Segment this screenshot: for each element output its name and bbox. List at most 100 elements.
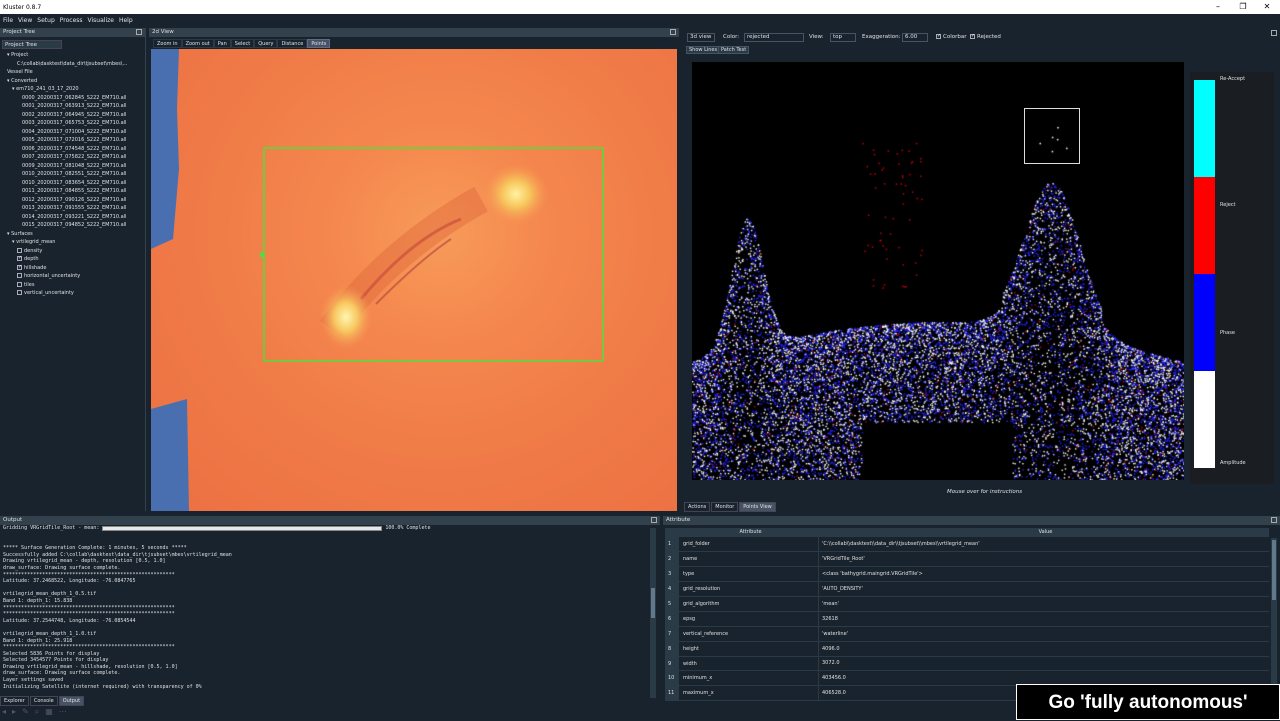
table-row[interactable]: 6 epsg 32618 <box>665 611 1269 627</box>
surface-map[interactable] <box>151 49 677 511</box>
points-plot[interactable] <box>692 62 1184 480</box>
header-attribute[interactable]: Attribute <box>679 528 819 536</box>
layer-checkbox[interactable] <box>17 273 22 278</box>
dock-float-icon[interactable] <box>670 29 676 35</box>
tree-item[interactable]: ▾ vrtilegrid_mean <box>2 238 144 247</box>
tree-item[interactable]: vertical_uncertainty <box>2 289 144 298</box>
tree-item[interactable]: Vessel File <box>2 68 144 77</box>
layer-checkbox[interactable] <box>17 290 22 295</box>
show-lines-button[interactable]: Show Lines <box>686 46 721 54</box>
rejected-checkbox[interactable] <box>970 32 975 41</box>
colorbar-toggle[interactable]: Colorbar <box>936 32 966 42</box>
dock-float-icon[interactable] <box>1271 30 1277 36</box>
menu-setup[interactable]: Setup <box>37 17 54 24</box>
layer-checkbox[interactable] <box>17 255 22 263</box>
tree-item[interactable]: 0000_20200317_062845_S222_EM710.all <box>2 94 144 103</box>
table-row[interactable]: 1 grid_folder 'C:\\collab\\dasktest\\data_… <box>665 537 1269 552</box>
color-select[interactable]: rejected <box>744 33 804 42</box>
tree-item[interactable]: 0013_20200317_091555_S222_EM710.all <box>2 204 144 213</box>
forward-icon[interactable]: ▸ <box>12 707 16 717</box>
selection-box[interactable] <box>263 147 604 362</box>
tool-pan[interactable]: Pan <box>213 39 231 48</box>
table-row[interactable]: 2 name 'VRGridTile_Root' <box>665 551 1269 567</box>
tree-item[interactable]: hillshade <box>2 264 144 273</box>
close-icon[interactable]: ✕ <box>1256 0 1278 14</box>
attribute-scroll-thumb[interactable] <box>1272 540 1276 600</box>
table-row[interactable]: 8 height 4096.0 <box>665 641 1269 657</box>
point-cloud-canvas[interactable] <box>692 62 1184 480</box>
tab-output[interactable]: Output <box>58 696 85 706</box>
tree-item[interactable]: 0010_20200317_082551_S222_EM710.all <box>2 170 144 179</box>
output-scrollbar[interactable] <box>650 528 656 698</box>
view-select[interactable]: top <box>830 33 856 42</box>
menu-help[interactable]: Help <box>119 17 133 24</box>
output-scroll-thumb[interactable] <box>651 588 655 618</box>
table-row[interactable]: 4 grid_resolution 'AUTO_DENSITY' <box>665 581 1269 597</box>
menu-process[interactable]: Process <box>60 17 83 24</box>
grid-icon[interactable]: ▦ <box>45 707 53 717</box>
patch-test-button[interactable]: Patch Test <box>718 46 750 54</box>
tab-explorer[interactable]: Explorer <box>0 696 29 706</box>
table-row[interactable]: 9 width 3072.0 <box>665 656 1269 672</box>
table-row[interactable]: 7 vertical_reference'waterline' <box>665 626 1269 642</box>
tree-item[interactable]: 0004_20200317_071004_S222_EM710.all <box>2 128 144 137</box>
dock-float-icon[interactable] <box>651 517 657 523</box>
tab-points-view[interactable]: Points View <box>739 502 776 512</box>
tool-zoom-out[interactable]: Zoom out <box>181 39 214 48</box>
tree-item[interactable]: 0014_20200317_093221_S222_EM710.all <box>2 213 144 222</box>
tree-item[interactable]: horizontal_uncertainty <box>2 272 144 281</box>
surface-map-graphics[interactable] <box>151 49 677 511</box>
mode-select[interactable]: 3d view <box>687 33 715 42</box>
exaggeration-input[interactable]: 6.00 <box>902 33 928 42</box>
rejected-toggle[interactable]: Rejected <box>970 32 1001 42</box>
tree-item[interactable]: 0003_20200317_065753_S222_EM710.all <box>2 119 144 128</box>
tab-actions[interactable]: Actions <box>684 502 711 512</box>
layer-checkbox[interactable] <box>17 281 22 287</box>
minimize-icon[interactable]: – <box>1207 0 1229 14</box>
project-tree-tab[interactable]: Project Tree <box>2 40 62 49</box>
back-icon[interactable]: ◂ <box>2 707 6 717</box>
maximize-icon[interactable]: ❐ <box>1232 0 1254 14</box>
tab-console[interactable]: Console <box>29 696 58 706</box>
tree-item[interactable]: depth <box>2 255 144 264</box>
tree-item[interactable]: ▾ Converted <box>2 77 144 86</box>
tree-item[interactable]: 0010_20200317_083654_S222_EM710.all <box>2 179 144 188</box>
tree-item[interactable]: 0011_20200317_084855_S222_EM710.all <box>2 187 144 196</box>
tab-monitor[interactable]: Monitor <box>711 502 739 512</box>
selection-handle[interactable] <box>259 252 265 258</box>
tree-item[interactable]: 0015_20200317_094852_S222_EM710.all <box>2 221 144 230</box>
tree-item[interactable]: ▾ Surfaces <box>2 230 144 239</box>
tree-item[interactable]: ▾ em710_241_03_17_2020 <box>2 85 144 94</box>
header-value[interactable]: Value <box>819 529 1269 535</box>
tool-distance[interactable]: Distance <box>277 39 308 48</box>
pencil-icon[interactable]: ✎ <box>22 707 29 717</box>
more-icon[interactable]: ⋯ <box>59 707 67 717</box>
tool-select[interactable]: Select <box>230 39 255 48</box>
menu-file[interactable]: File <box>3 17 13 24</box>
table-row[interactable]: 3 type <class 'bathygrid.maingrid.VRGridTi… <box>665 566 1269 582</box>
tree-item[interactable]: 0001_20200317_063913_S222_EM710.all <box>2 102 144 111</box>
tree-item[interactable]: 0005_20200317_072016_S222_EM710.all <box>2 136 144 145</box>
layer-checkbox[interactable] <box>17 247 22 253</box>
tool-query[interactable]: Query <box>254 39 278 48</box>
tree-item[interactable]: 0009_20200317_081048_S222_EM710.all <box>2 162 144 171</box>
menu-visualize[interactable]: Visualize <box>88 17 114 24</box>
output-log[interactable]: Gridding VRGridTile_Root - mean: 100.0% C… <box>3 525 648 701</box>
colorbar-checkbox[interactable] <box>936 32 941 41</box>
tree-item[interactable]: 0012_20200317_090126_S222_EM710.all <box>2 196 144 205</box>
roi-box[interactable] <box>1024 108 1080 164</box>
layer-checkbox[interactable] <box>17 264 22 271</box>
tree-item[interactable]: C:\collab\dasktest\data_dir\tjsubset\mbe… <box>2 60 144 69</box>
tree-item[interactable]: ▾ Project <box>2 51 144 60</box>
tree-item[interactable]: 0006_20200317_074548_S222_EM710.all <box>2 145 144 154</box>
zoom-icon[interactable]: ⌕ <box>35 707 39 717</box>
table-row[interactable]: 5 grid_algorithm'mean' <box>665 596 1269 612</box>
menu-view[interactable]: View <box>18 17 32 24</box>
tree-item[interactable]: 0002_20200317_064945_S222_EM710.all <box>2 111 144 120</box>
dock-float-icon[interactable] <box>1271 517 1277 523</box>
tool-points[interactable]: Points <box>307 39 331 48</box>
tool-zoom-in[interactable]: Zoom in <box>153 39 182 48</box>
tree-item[interactable]: tiles <box>2 281 144 290</box>
dock-float-icon[interactable] <box>136 29 142 35</box>
tree-item[interactable]: density <box>2 247 144 256</box>
